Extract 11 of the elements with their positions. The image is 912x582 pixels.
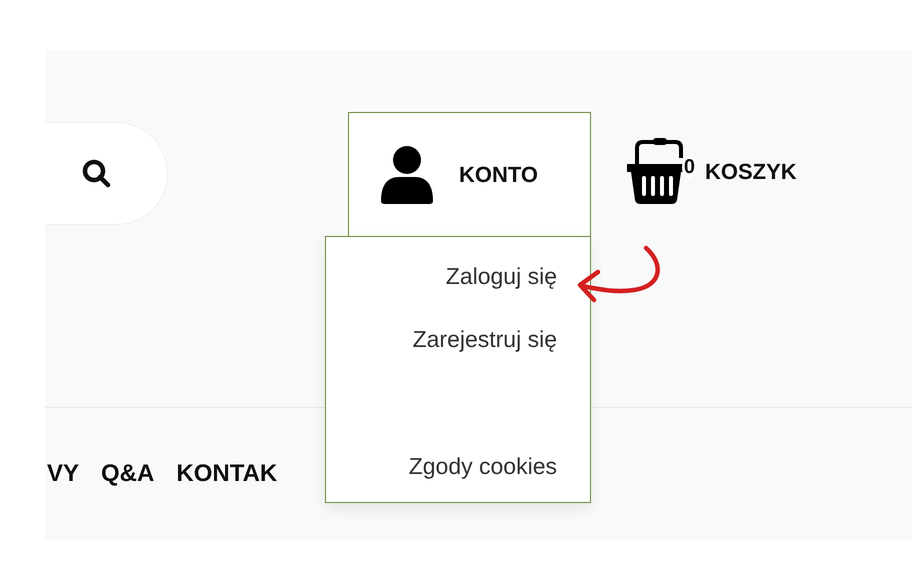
menu-item[interactable]: Zaloguj się <box>446 263 557 290</box>
menu-item[interactable]: Zgody cookies <box>408 453 557 480</box>
cart-count: 0 <box>682 156 697 179</box>
search-icon <box>81 158 113 190</box>
nav-link[interactable]: Q&A <box>101 460 154 488</box>
nav-link[interactable]: VY <box>47 460 80 488</box>
menu-item[interactable]: Zarejestruj się <box>412 326 557 353</box>
user-icon <box>379 144 435 204</box>
nav-link[interactable]: KONTAK <box>176 460 278 488</box>
cart-link[interactable]: KOSZYK <box>705 159 797 185</box>
account-button[interactable]: KONTO <box>348 112 591 236</box>
